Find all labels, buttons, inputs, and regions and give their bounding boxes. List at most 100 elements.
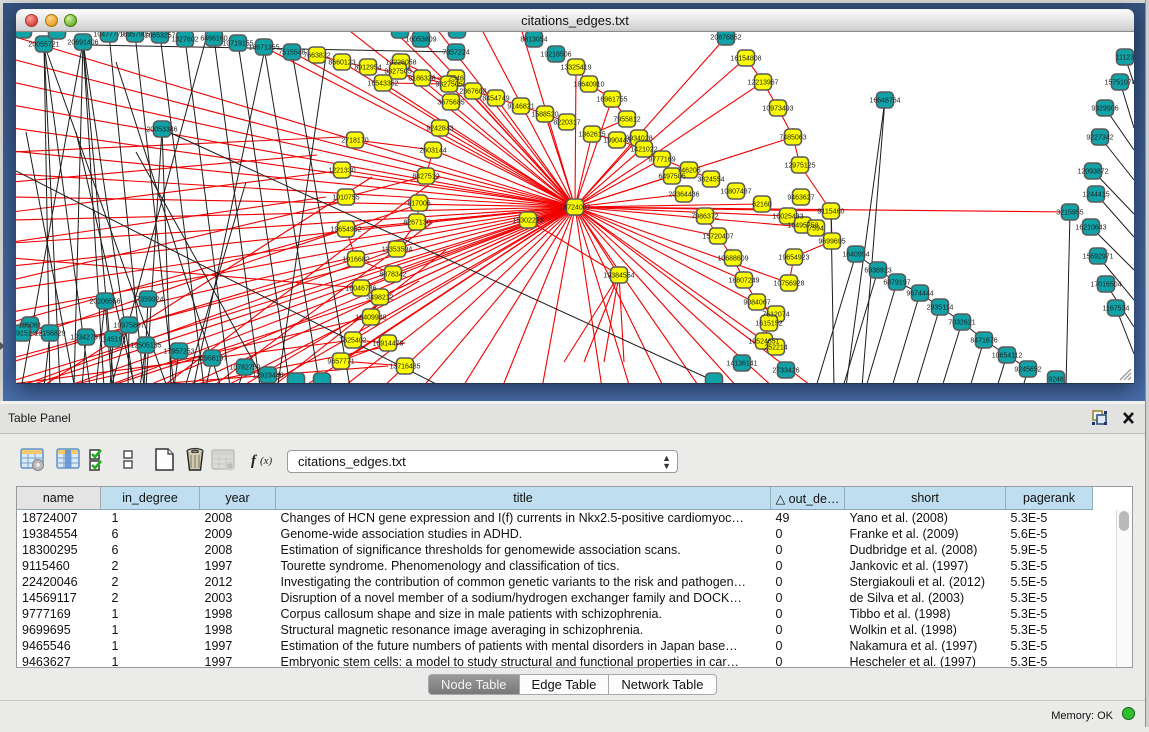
svg-text:19218506: 19218506 (540, 52, 571, 59)
svg-text:18807249: 18807249 (728, 278, 759, 285)
svg-text:7625402: 7625402 (339, 338, 366, 345)
svg-text:10046786: 10046786 (345, 286, 376, 293)
svg-text:9327505: 9327505 (435, 82, 462, 89)
svg-text:39151: 39151 (16, 331, 32, 338)
svg-text:7663822: 7663822 (303, 53, 330, 60)
svg-text:20691406: 20691406 (67, 40, 98, 47)
svg-text:252214: 252214 (764, 345, 787, 352)
svg-text:6938923: 6938923 (864, 268, 891, 275)
svg-text:7955812: 7955812 (613, 117, 640, 124)
svg-text:9084067: 9084067 (743, 300, 770, 307)
svg-text:16671355: 16671355 (248, 45, 279, 52)
svg-text:8878342: 8878342 (379, 272, 406, 279)
svg-text:8813054: 8813054 (520, 37, 547, 44)
svg-text:1588520: 1588520 (531, 112, 558, 119)
svg-text:9327505: 9327505 (384, 69, 411, 76)
svg-text:20206556: 20206556 (89, 299, 120, 306)
svg-text:12975125: 12975125 (784, 163, 815, 170)
svg-text:20055721: 20055721 (28, 42, 59, 49)
svg-text:18640910: 18640910 (573, 82, 604, 89)
svg-text:10973493: 10973493 (762, 106, 793, 113)
svg-text:16053809: 16053809 (405, 37, 436, 44)
svg-text:16154808: 16154808 (730, 56, 761, 63)
svg-text:1421022: 1421022 (630, 147, 657, 154)
svg-text:9463627: 9463627 (787, 195, 814, 202)
svg-text:9777169: 9777169 (648, 157, 675, 164)
svg-text:16543362: 16543362 (367, 81, 398, 88)
svg-text:8186328: 8186328 (408, 76, 435, 83)
svg-text:12093872: 12093872 (1077, 169, 1108, 176)
svg-text:12156829: 12156829 (34, 331, 65, 338)
svg-text:8471676: 8471676 (970, 338, 997, 345)
svg-text:19654952: 19654952 (330, 227, 361, 234)
svg-text:12213967: 12213967 (747, 80, 778, 87)
svg-text:1327602: 1327602 (171, 37, 198, 44)
svg-text:1167534: 1167534 (1103, 306, 1130, 313)
svg-text:16210643: 16210643 (1075, 225, 1106, 232)
svg-text:10025433: 10025433 (772, 214, 803, 221)
svg-text:20876852: 20876852 (710, 35, 741, 42)
svg-text:1244415: 1244415 (1082, 192, 1109, 199)
svg-text:3675685: 3675685 (437, 100, 464, 107)
svg-text:8912954: 8912954 (354, 65, 381, 72)
svg-text:9146821: 9146821 (507, 104, 534, 111)
svg-text:13325419: 13325419 (560, 65, 591, 72)
svg-text:10654112: 10654112 (992, 353, 1023, 360)
svg-text:8267130: 8267130 (403, 220, 430, 227)
svg-text:16648764: 16648764 (869, 98, 900, 105)
svg-text:7357224: 7357224 (442, 50, 469, 57)
svg-text:1916682: 1916682 (342, 257, 369, 264)
svg-text:817006: 817006 (407, 201, 430, 208)
svg-text:7986372: 7986372 (691, 214, 718, 221)
svg-text:3215955: 3215955 (1056, 210, 1083, 217)
svg-text:13716485: 13716485 (389, 364, 420, 371)
svg-text:12342757: 12342757 (70, 335, 101, 342)
svg-text:15751074: 15751074 (1104, 80, 1134, 87)
svg-text:9657771: 9657771 (327, 359, 354, 366)
svg-text:19654923: 19654923 (778, 255, 809, 262)
svg-text:16961755: 16961755 (596, 97, 627, 104)
svg-text:1640954: 1640954 (842, 252, 869, 259)
svg-text:1145191: 1145191 (100, 337, 127, 344)
svg-text:2603144: 2603144 (419, 148, 446, 155)
svg-text:7594: 7594 (808, 226, 824, 233)
svg-text:9934028: 9934028 (625, 136, 652, 143)
svg-text:1221330: 1221330 (328, 168, 355, 175)
svg-text:6879197: 6879197 (883, 280, 910, 287)
svg-text:9115460: 9115460 (818, 209, 845, 216)
svg-text:19384554: 19384554 (603, 273, 634, 280)
svg-text:7612074: 7612074 (762, 312, 789, 319)
svg-text:16914479: 16914479 (372, 341, 403, 348)
svg-text:17016504: 17016504 (1090, 282, 1121, 289)
svg-text:20053346: 20053346 (146, 127, 177, 134)
svg-text:18724007: 18724007 (559, 205, 590, 212)
svg-text:8660123: 8660123 (328, 60, 355, 67)
svg-text:10688609: 10688609 (717, 256, 748, 263)
svg-text:9245652: 9245652 (1014, 367, 1041, 374)
svg-text:8454749: 8454749 (482, 96, 509, 103)
svg-text:16409948: 16409948 (355, 315, 386, 322)
svg-text:15720407: 15720407 (702, 234, 733, 241)
svg-text:8427512: 8427512 (412, 174, 439, 181)
svg-text:3824554: 3824554 (697, 177, 724, 184)
svg-text:2733426: 2733426 (772, 368, 799, 375)
svg-text:9674444: 9674444 (906, 291, 933, 298)
svg-text:2718170: 2718170 (341, 138, 368, 145)
svg-text:62160: 62160 (752, 202, 772, 209)
svg-text:1362615: 1362615 (578, 132, 605, 139)
svg-text:3498212: 3498212 (366, 295, 393, 302)
svg-text:17957253: 17957253 (163, 349, 194, 356)
svg-text:15302273: 15302273 (512, 218, 543, 225)
svg-text:19975867: 19975867 (113, 323, 144, 330)
svg-text:9699695: 9699695 (818, 239, 845, 246)
svg-text:10756928: 10756928 (773, 281, 804, 288)
svg-text:9246: 9246 (1048, 377, 1064, 384)
svg-text:10782759: 10782759 (229, 365, 260, 372)
svg-text:1010755: 1010755 (332, 195, 359, 202)
svg-text:7032621: 7032621 (948, 320, 975, 327)
svg-text:10807487: 10807487 (720, 189, 751, 196)
svg-text:9227342: 9227342 (1086, 135, 1113, 142)
svg-text:17359924: 17359924 (132, 297, 163, 304)
svg-text:7515546: 7515546 (278, 50, 305, 57)
svg-text:8220317: 8220317 (553, 120, 580, 127)
